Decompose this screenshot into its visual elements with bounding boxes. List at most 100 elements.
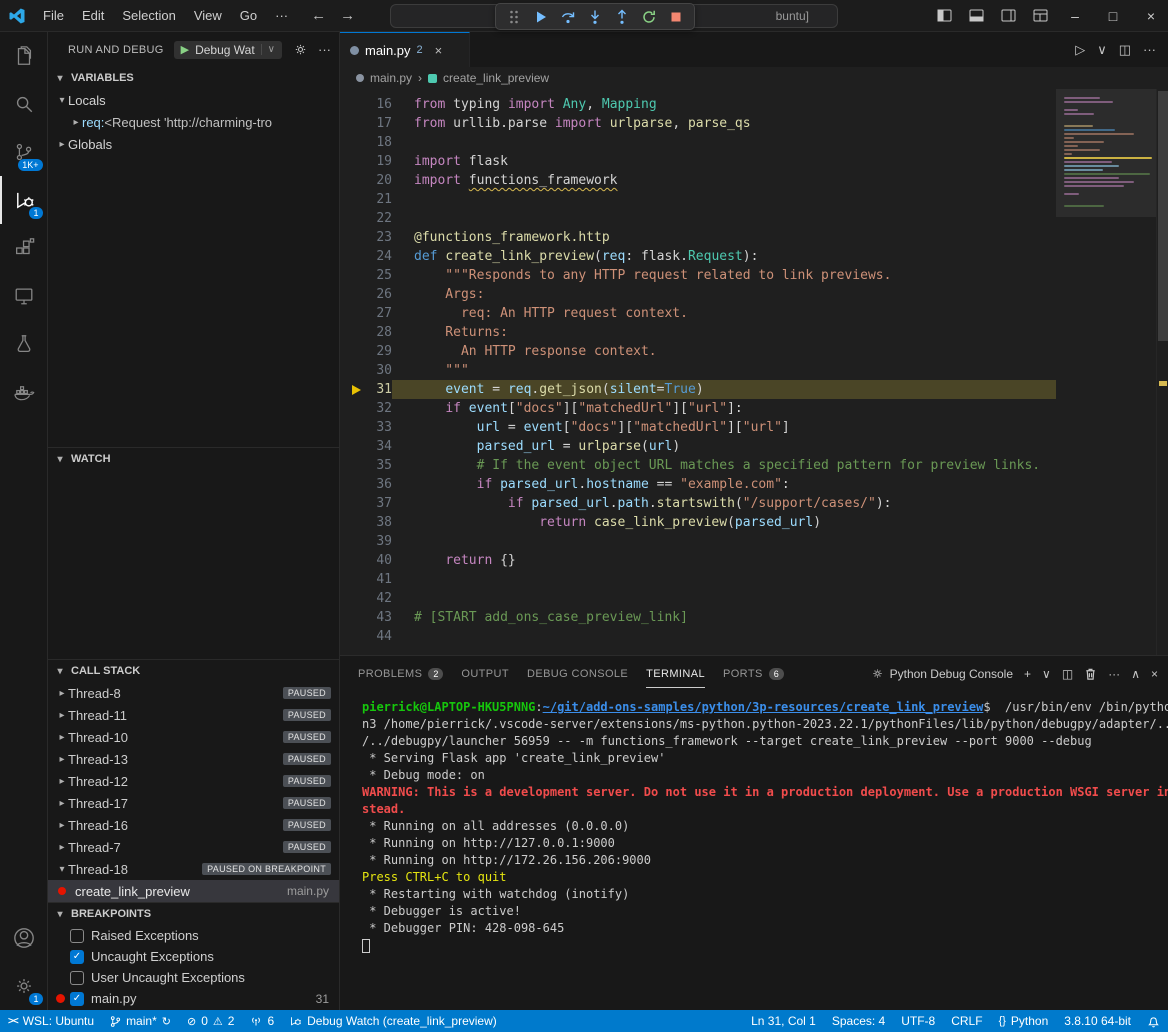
status-remote[interactable]: >< WSL: Ubuntu bbox=[0, 1010, 102, 1032]
run-python-file-icon[interactable]: ▷ bbox=[1075, 42, 1085, 58]
gutter[interactable] bbox=[340, 190, 362, 209]
gutter[interactable] bbox=[340, 627, 362, 646]
breakpoint-row[interactable]: User Uncaught Exceptions bbox=[48, 967, 339, 988]
code-line-17[interactable]: 17from urllib.parse import urlparse, par… bbox=[340, 114, 1056, 133]
panel-tab-problems[interactable]: PROBLEMS2 bbox=[358, 656, 443, 691]
gutter[interactable] bbox=[340, 399, 362, 418]
gutter[interactable] bbox=[340, 570, 362, 589]
gutter[interactable] bbox=[340, 342, 362, 361]
gutter[interactable] bbox=[340, 437, 362, 456]
activity-account[interactable] bbox=[0, 914, 48, 962]
debug-restart-button[interactable] bbox=[640, 8, 658, 26]
gutter[interactable] bbox=[340, 589, 362, 608]
code-editor[interactable]: 16from typing import Any, Mapping17from … bbox=[340, 89, 1168, 655]
callstack-thread[interactable]: ▸Thread-16PAUSED bbox=[48, 814, 339, 836]
code-line-40[interactable]: 40 return {} bbox=[340, 551, 1056, 570]
code-line-44[interactable]: 44 bbox=[340, 627, 1056, 646]
callstack-thread[interactable]: ▸Thread-8PAUSED bbox=[48, 682, 339, 704]
activity-testing[interactable] bbox=[0, 320, 48, 368]
code-line-34[interactable]: 34 parsed_url = urlparse(url) bbox=[340, 437, 1056, 456]
gutter[interactable] bbox=[340, 95, 362, 114]
gutter[interactable] bbox=[340, 209, 362, 228]
maximize-panel-icon[interactable]: ∧ bbox=[1131, 667, 1140, 681]
variable-row[interactable]: ▸req: <Request 'http://charming-tro bbox=[48, 111, 339, 133]
code-line-30[interactable]: 30 """ bbox=[340, 361, 1056, 380]
activity-remote-explorer[interactable] bbox=[0, 272, 48, 320]
callstack-thread[interactable]: ▸Thread-11PAUSED bbox=[48, 704, 339, 726]
gutter[interactable] bbox=[340, 266, 362, 285]
split-editor-icon[interactable]: ◫ bbox=[1119, 42, 1131, 58]
variable-row[interactable]: ▾Locals bbox=[48, 89, 339, 111]
panel-tab-output[interactable]: OUTPUT bbox=[461, 656, 509, 691]
panel-tab-debug-console[interactable]: DEBUG CONSOLE bbox=[527, 656, 628, 691]
gutter[interactable] bbox=[340, 152, 362, 171]
status-ports[interactable]: 6 bbox=[242, 1010, 282, 1032]
gutter[interactable] bbox=[340, 608, 362, 627]
panel-tab-terminal[interactable]: TERMINAL bbox=[646, 656, 705, 691]
code-line-43[interactable]: 43# [START add_ons_case_preview_link] bbox=[340, 608, 1056, 627]
menu-edit[interactable]: Edit bbox=[73, 8, 113, 23]
variable-row[interactable]: ▸Globals bbox=[48, 133, 339, 155]
activity-docker[interactable] bbox=[0, 368, 48, 416]
status-indentation[interactable]: Spaces: 4 bbox=[824, 1010, 893, 1032]
split-terminal-icon[interactable]: ◫ bbox=[1062, 667, 1073, 681]
breakpoint-checkbox[interactable]: ✓ bbox=[70, 992, 84, 1006]
breadcrumb-symbol[interactable]: create_link_preview bbox=[443, 71, 549, 85]
code-line-20[interactable]: 20import functions_framework bbox=[340, 171, 1056, 190]
menu-selection[interactable]: Selection bbox=[113, 8, 184, 23]
settings-gear-icon[interactable] bbox=[293, 42, 308, 57]
menu-view[interactable]: View bbox=[185, 8, 231, 23]
close-panel-icon[interactable]: × bbox=[1151, 667, 1158, 681]
activity-search[interactable] bbox=[0, 80, 48, 128]
callstack-thread[interactable]: ▸Thread-12PAUSED bbox=[48, 770, 339, 792]
status-cursor-position[interactable]: Ln 31, Col 1 bbox=[743, 1010, 824, 1032]
breakpoints-header[interactable]: ▾ BREAKPOINTS bbox=[48, 903, 339, 925]
menu-go[interactable]: Go bbox=[231, 8, 266, 23]
code-line-33[interactable]: 33 url = event["docs"]["matchedUrl"]["ur… bbox=[340, 418, 1056, 437]
status-notifications[interactable] bbox=[1139, 1010, 1168, 1032]
status-eol[interactable]: CRLF bbox=[943, 1010, 990, 1032]
code-line-18[interactable]: 18 bbox=[340, 133, 1056, 152]
customize-layout-icon[interactable] bbox=[1026, 1, 1054, 31]
breakpoint-row[interactable]: ✓Uncaught Exceptions bbox=[48, 946, 339, 967]
debug-step-out-button[interactable] bbox=[613, 8, 631, 26]
breakpoint-checkbox[interactable] bbox=[70, 971, 84, 985]
terminal-instance-picker[interactable]: Python Debug Console bbox=[871, 667, 1013, 681]
status-problems[interactable]: ⊘ 0 ⚠ 2 bbox=[179, 1010, 242, 1032]
menu-more-icon[interactable]: ··· bbox=[266, 8, 297, 23]
debug-config-dropdown[interactable]: ▶ Debug Wat ∨ bbox=[174, 41, 282, 59]
new-terminal-icon[interactable]: + bbox=[1024, 667, 1031, 681]
minimize-button[interactable]: – bbox=[1058, 1, 1092, 31]
code-line-36[interactable]: 36 if parsed_url.hostname == "example.co… bbox=[340, 475, 1056, 494]
callstack-thread[interactable]: ▸Thread-10PAUSED bbox=[48, 726, 339, 748]
toggle-secondary-sidebar-icon[interactable] bbox=[994, 1, 1022, 31]
status-language[interactable]: {} Python bbox=[991, 1010, 1057, 1032]
call-stack-header[interactable]: ▾ CALL STACK bbox=[48, 660, 339, 682]
code-line-22[interactable]: 22 bbox=[340, 209, 1056, 228]
gutter[interactable] bbox=[340, 304, 362, 323]
minimap[interactable] bbox=[1056, 89, 1156, 655]
gutter[interactable] bbox=[340, 361, 362, 380]
toolbar-drag-handle[interactable] bbox=[505, 8, 523, 26]
breakpoint-checkbox[interactable] bbox=[70, 929, 84, 943]
gutter[interactable] bbox=[340, 456, 362, 475]
code-line-41[interactable]: 41 bbox=[340, 570, 1056, 589]
code-line-27[interactable]: 27 req: An HTTP request context. bbox=[340, 304, 1056, 323]
gutter[interactable] bbox=[340, 418, 362, 437]
gutter[interactable] bbox=[340, 228, 362, 247]
callstack-thread[interactable]: ▸Thread-17PAUSED bbox=[48, 792, 339, 814]
code-line-25[interactable]: 25 """Responds to any HTTP request relat… bbox=[340, 266, 1056, 285]
activity-extensions[interactable] bbox=[0, 224, 48, 272]
status-branch[interactable]: main* ↻ bbox=[102, 1010, 179, 1032]
debug-stop-button[interactable] bbox=[667, 8, 685, 26]
code-line-35[interactable]: 35 # If the event object URL matches a s… bbox=[340, 456, 1056, 475]
run-dropdown-icon[interactable]: ∨ bbox=[1097, 42, 1107, 58]
toggle-sidebar-icon[interactable] bbox=[930, 1, 958, 31]
breakpoint-checkbox[interactable]: ✓ bbox=[70, 950, 84, 964]
activity-source-control[interactable]: 1K+ bbox=[0, 128, 48, 176]
code-line-21[interactable]: 21 bbox=[340, 190, 1056, 209]
status-interpreter[interactable]: 3.8.10 64-bit bbox=[1056, 1010, 1139, 1032]
menu-file[interactable]: File bbox=[34, 8, 73, 23]
gutter[interactable] bbox=[340, 551, 362, 570]
gutter[interactable] bbox=[340, 532, 362, 551]
